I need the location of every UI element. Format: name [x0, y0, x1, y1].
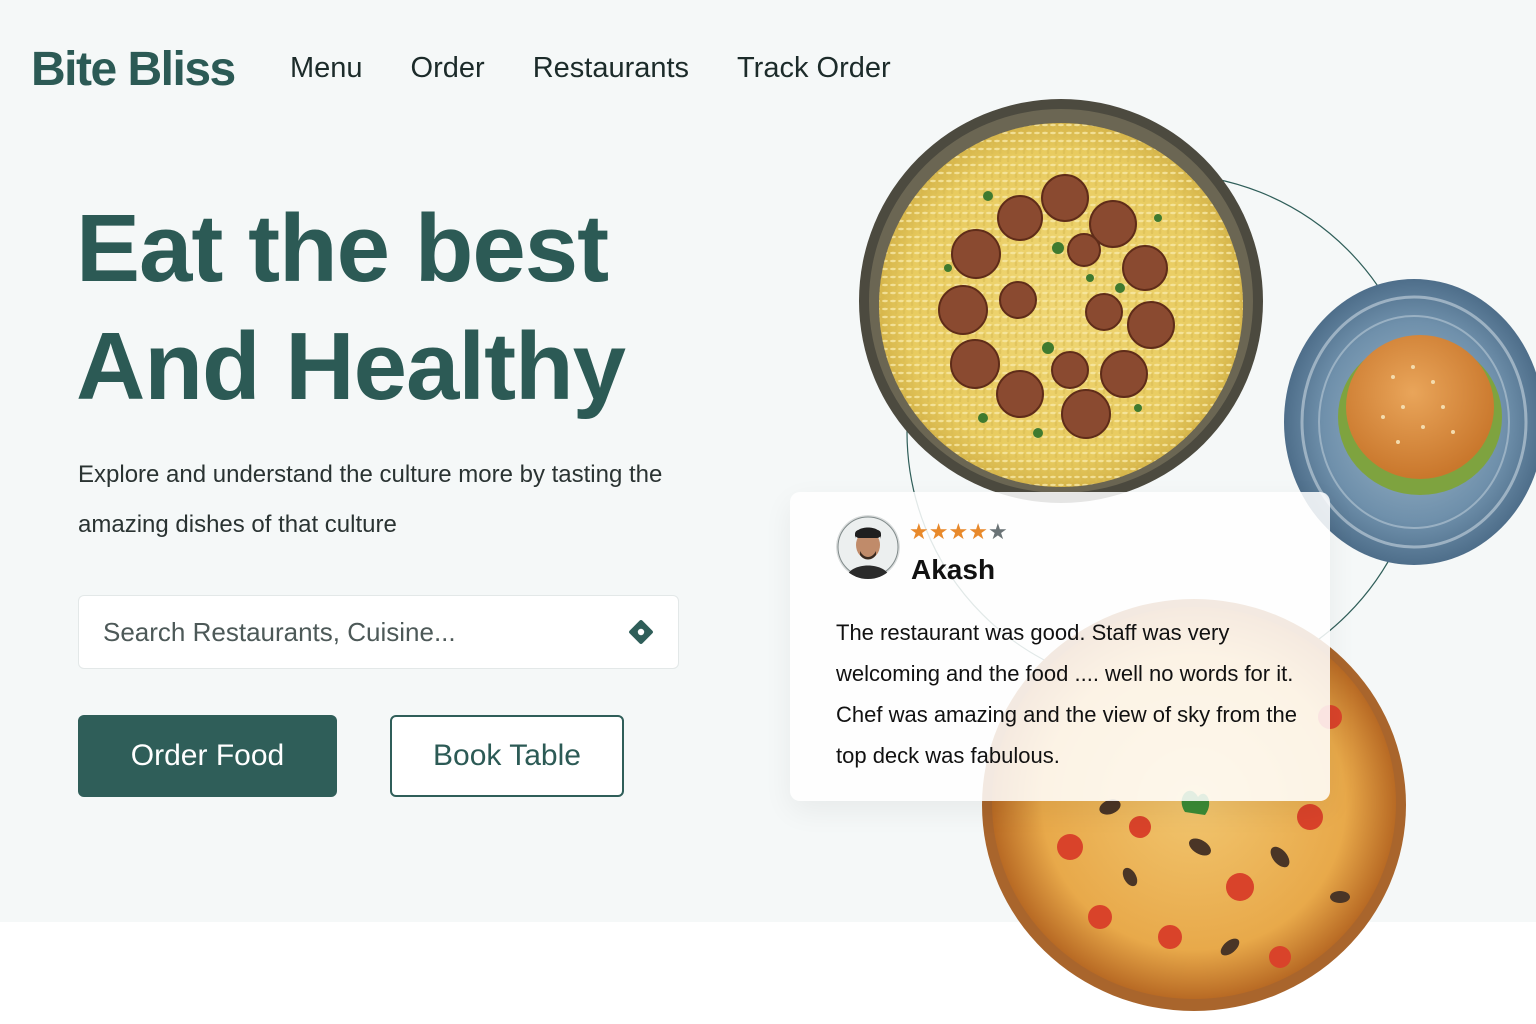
star-icon: ★: [987, 519, 1008, 544]
brand-logo[interactable]: Bite Bliss: [31, 42, 236, 98]
hero-subtitle: Explore and understand the culture more …: [78, 461, 663, 538]
order-food-button[interactable]: Order Food: [78, 715, 337, 797]
nav-item-order[interactable]: Order: [411, 50, 485, 86]
location-icon[interactable]: [628, 619, 654, 645]
nav-item-menu[interactable]: Menu: [290, 50, 363, 86]
headline-line-1: Eat the best: [76, 195, 609, 302]
search-bar: [78, 595, 679, 669]
star-icon: ★: [968, 519, 988, 544]
star-icon: ★: [948, 519, 969, 544]
avatar: [836, 515, 900, 579]
nav-item-restaurants[interactable]: Restaurants: [533, 50, 689, 86]
rating-stars: ★ ★ ★ ★ ★: [909, 520, 1008, 544]
reviewer-name: Akash: [911, 554, 996, 585]
main-nav: Menu Order Restaurants Track Order: [290, 50, 939, 86]
review-card: ★ ★ ★ ★ ★ Akash The restaurant was good.…: [790, 492, 1330, 801]
nav-item-track-order[interactable]: Track Order: [737, 50, 891, 86]
star-icon: ★: [909, 519, 929, 544]
search-input[interactable]: [103, 616, 628, 648]
review-text: The restaurant was good. Staff was very …: [836, 620, 1297, 768]
hero-headline: Eat the best And Healthy: [76, 190, 626, 426]
headline-line-2: And Healthy: [76, 313, 626, 420]
rice-bowl-image: [859, 99, 1263, 503]
book-table-button[interactable]: Book Table: [390, 715, 624, 797]
star-icon: ★: [928, 519, 949, 544]
